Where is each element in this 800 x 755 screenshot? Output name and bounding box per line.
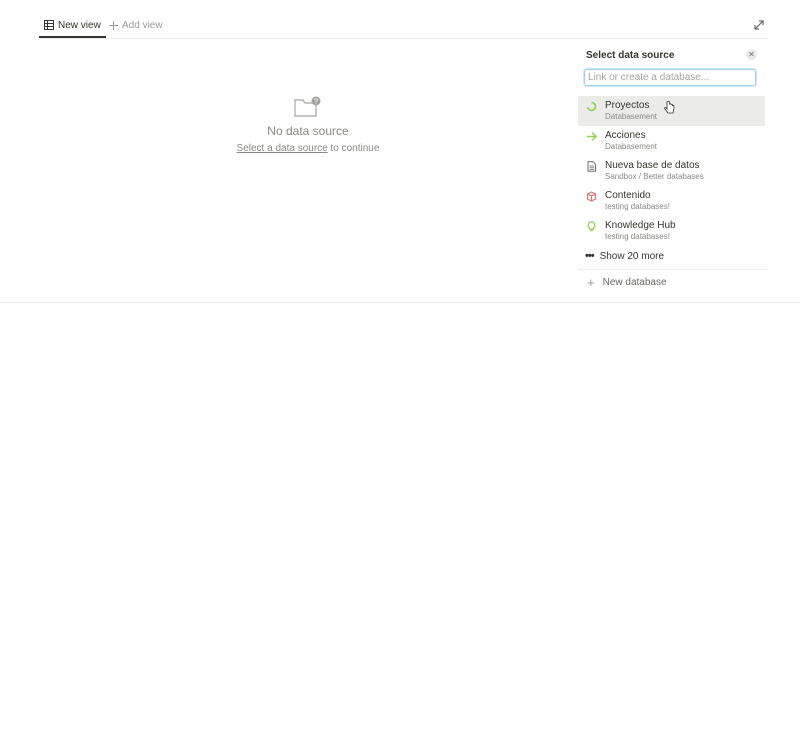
block-divider (0, 302, 800, 303)
list-item[interactable]: Contenido testing databases! (578, 186, 765, 216)
add-view-label: Add view (122, 20, 163, 31)
folder-question-icon: ? (294, 96, 321, 117)
box-icon (586, 191, 597, 202)
list-item[interactable]: Acciones Databasement (578, 126, 765, 156)
view-tab-bar: New view Add view (39, 14, 768, 39)
show-more-label: Show 20 more (599, 250, 665, 262)
svg-text:?: ? (314, 99, 318, 106)
expand-icon[interactable] (753, 19, 765, 31)
data-source-path: testing databases! (605, 202, 670, 211)
tab-new-view[interactable]: New view (39, 14, 106, 38)
page-icon (587, 161, 596, 172)
data-source-path: Databasement (605, 142, 658, 151)
panel-title: Select data source (586, 50, 675, 61)
spinner-icon (586, 101, 597, 112)
data-source-name: Nueva base de datos (605, 160, 700, 171)
empty-state: ? No data source Select a data source to… (198, 96, 418, 154)
add-view-button[interactable]: Add view (109, 14, 163, 37)
new-database-button[interactable]: + New database (578, 270, 768, 294)
arrow-right-icon (587, 132, 597, 141)
data-source-path: Sandbox / Better databases (605, 172, 704, 181)
data-source-path: Databasement (605, 112, 658, 121)
data-source-name: Knowledge Hub (605, 220, 676, 231)
empty-state-subtitle: Select a data source to continue (198, 143, 418, 154)
data-source-name: Proyectos (605, 100, 650, 111)
select-data-source-link[interactable]: Select a data source (237, 143, 328, 154)
list-item[interactable]: Nueva base de datos Sandbox / Better dat… (578, 156, 765, 186)
bulb-icon (587, 221, 596, 232)
new-database-label: New database (602, 276, 667, 288)
plus-icon (109, 21, 118, 30)
data-source-name: Acciones (605, 130, 646, 141)
empty-state-suffix: to continue (327, 143, 380, 154)
empty-state-title: No data source (267, 124, 349, 138)
list-item[interactable]: Knowledge Hub testing databases! (578, 216, 765, 246)
ellipsis-icon: ••• (585, 250, 595, 262)
data-source-name: Contenido (605, 190, 651, 201)
data-source-list: Proyectos Databasement Acciones Database… (578, 96, 768, 294)
tab-new-view-label: New view (58, 19, 101, 31)
data-source-path: testing databases! (605, 232, 670, 241)
plus-icon: + (587, 274, 595, 290)
table-icon (44, 20, 54, 30)
close-icon[interactable]: ✕ (746, 49, 757, 60)
hand-cursor-icon (664, 101, 675, 114)
database-search-input[interactable] (584, 69, 756, 86)
show-more-button[interactable]: ••• Show 20 more (578, 246, 765, 266)
